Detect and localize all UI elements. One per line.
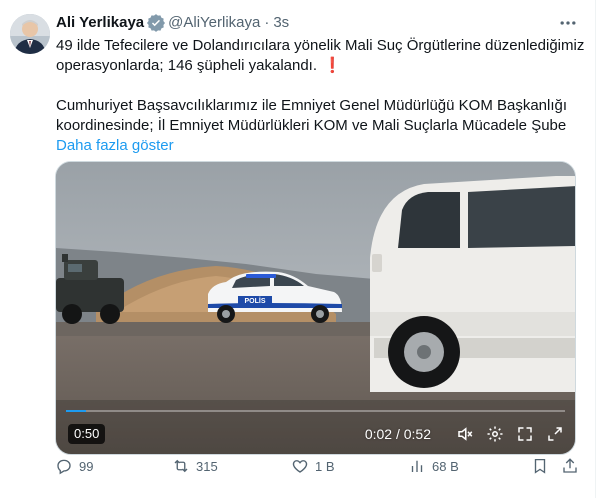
tweet-line-text: operasyonlarda; 146 şüpheli yakalandı.: [56, 57, 318, 74]
tweet-card[interactable]: Ali Yerlikaya @AliYerlikaya · 3s 49 ilde…: [0, 0, 596, 498]
exclamation-icon: ❗: [323, 57, 342, 74]
police-label: POLİS: [244, 297, 265, 305]
show-more-link[interactable]: Daha fazla göster: [56, 137, 174, 154]
white-van: [370, 176, 575, 392]
heart-icon: [292, 460, 308, 473]
expand-icon[interactable]: [545, 424, 565, 444]
tweet-header: Ali Yerlikaya @AliYerlikaya · 3s: [56, 13, 289, 33]
video-progress-fill: [66, 410, 86, 412]
views-button[interactable]: 68 B: [408, 457, 459, 475]
views-icon: [411, 460, 423, 472]
views-count: 68 B: [432, 458, 459, 474]
share-icon: [563, 458, 577, 473]
video-player[interactable]: POLİS 0:50 0:02 / 0:52: [55, 161, 576, 455]
repost-count: 315: [196, 458, 218, 474]
repost-icon: [174, 459, 188, 473]
verified-badge-icon[interactable]: [147, 14, 166, 32]
author-handle[interactable]: @AliYerlikaya: [168, 13, 260, 33]
video-controls: 0:02 / 0:52: [365, 424, 565, 444]
tweet-line: operasyonlarda; 146 şüpheli yakalandı. ❗: [56, 56, 581, 76]
share-button[interactable]: [561, 457, 585, 475]
separator-dot: ·: [264, 14, 270, 31]
avatar[interactable]: [10, 14, 50, 54]
like-button[interactable]: 1 B: [291, 457, 335, 475]
fullscreen-icon[interactable]: [515, 424, 535, 444]
video-timer: 0:02 / 0:52: [364, 426, 431, 442]
like-count: 1 B: [315, 458, 335, 474]
bookmark-icon: [534, 458, 546, 474]
video-duration-badge: 0:50: [68, 424, 106, 444]
reply-button[interactable]: 99: [55, 457, 93, 475]
tweet-line: Cumhuriyet Başsavcılıklarımız ile Emniye…: [56, 97, 568, 114]
reply-icon: [57, 459, 71, 475]
tweet-line: 49 ilde Tefecilere ve Dolandırıcılara yö…: [56, 37, 585, 54]
reply-count: 99: [79, 458, 94, 474]
more-options-icon[interactable]: [556, 13, 580, 33]
video-progress-bar[interactable]: [66, 410, 565, 412]
bookmark-button[interactable]: [531, 457, 555, 475]
mute-icon[interactable]: [455, 424, 475, 444]
tweet-time[interactable]: 3s: [273, 13, 289, 33]
repost-button[interactable]: 315: [172, 457, 218, 475]
tweet-text: 49 ilde Tefecilere ve Dolandırıcılara yö…: [56, 36, 585, 156]
tweet-line: koordinesinde; İl Emniyet Müdürlükleri K…: [56, 117, 567, 134]
settings-icon[interactable]: [485, 424, 505, 444]
author-name[interactable]: Ali Yerlikaya: [56, 13, 144, 33]
